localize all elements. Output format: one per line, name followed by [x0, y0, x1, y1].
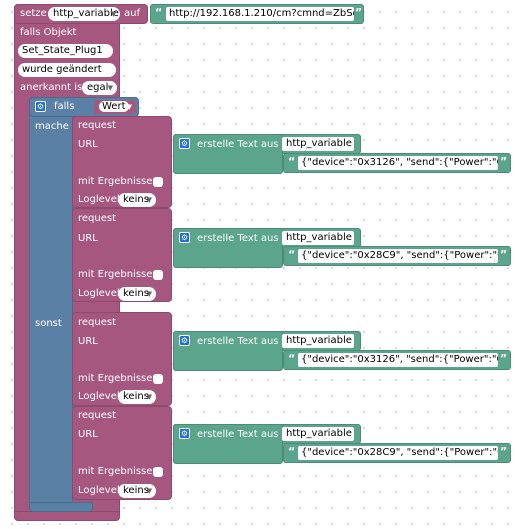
quote-close-icon: ” — [500, 445, 508, 458]
variable-field[interactable]: http_variable — [282, 334, 354, 348]
set-variable-dropdown[interactable]: http_variable ▼ — [48, 7, 120, 21]
gear-icon[interactable]: ⚙ — [179, 428, 190, 439]
set-label: setze — [20, 8, 47, 19]
quote-open-icon: “ — [288, 352, 296, 365]
anerkannt-dropdown[interactable]: egal ▼ — [82, 81, 117, 95]
quote-close-icon: ” — [500, 352, 508, 365]
chevron-down-icon: ▼ — [146, 393, 152, 401]
payload-string-field[interactable]: {"device":"0x28C9", "send":{"Power":"On"… — [298, 249, 498, 263]
falls-objekt-label: falls Objekt — [20, 27, 77, 38]
falls-label: falls — [54, 101, 75, 112]
request-label: request — [78, 317, 117, 328]
payload-string-field[interactable]: {"device":"0x3126", "send":{"Power":"Off… — [298, 353, 498, 367]
sonst-label: sonst — [35, 318, 62, 329]
mit-ergebnissen-label: mit Ergebnissen — [78, 466, 159, 477]
mit-ergebnissen-label: mit Ergebnissen — [78, 176, 159, 187]
trigger-block-foot — [14, 511, 120, 521]
loglevel-value: keins — [123, 391, 149, 402]
object-id-field[interactable]: Set_State_Plug1 — [18, 44, 113, 58]
erstelle-text-label: erstelle Text aus — [197, 233, 279, 244]
request-label: request — [78, 410, 117, 421]
quote-close-icon: ” — [500, 155, 508, 168]
loglevel-label: Loglevel — [78, 485, 120, 496]
mit-ergebnissen-checkbox[interactable] — [153, 374, 163, 384]
loglevel-value: keins — [123, 194, 149, 205]
chevron-down-icon: ▼ — [146, 290, 152, 298]
if-block-bottom — [29, 502, 93, 512]
auf-label: auf — [124, 8, 140, 19]
erstelle-text-label: erstelle Text aus — [197, 429, 279, 440]
loglevel-value: keins — [123, 288, 149, 299]
set-variable-name: http_variable — [53, 8, 119, 19]
mache-label: mache — [35, 121, 69, 132]
quote-open-icon: “ — [155, 6, 163, 19]
quote-open-icon: “ — [288, 248, 296, 261]
anerkannt-label: anerkannt ist — [20, 82, 87, 93]
mit-ergebnissen-label: mit Ergebnissen — [78, 269, 159, 280]
mit-ergebnissen-checkbox[interactable] — [153, 467, 163, 477]
if-block[interactable] — [29, 97, 73, 511]
quote-open-icon: “ — [288, 445, 296, 458]
loglevel-dropdown[interactable]: keins ▼ — [118, 287, 156, 301]
variable-field[interactable]: http_variable — [282, 137, 354, 151]
condition-value: Wert — [99, 101, 129, 112]
url-label: URL — [78, 336, 98, 347]
quote-close-icon: ” — [355, 6, 363, 19]
chevron-down-icon: ▼ — [107, 84, 113, 92]
gear-icon[interactable]: ⚙ — [179, 138, 190, 149]
erstelle-text-label: erstelle Text aus — [197, 139, 279, 150]
variable-field[interactable]: http_variable — [282, 427, 354, 441]
chevron-down-icon: ▼ — [126, 103, 132, 111]
url-label: URL — [78, 429, 98, 440]
chevron-down-icon: ▼ — [146, 196, 152, 204]
loglevel-dropdown[interactable]: keins ▼ — [118, 193, 156, 207]
loglevel-dropdown[interactable]: keins ▼ — [118, 484, 156, 498]
request-label: request — [78, 120, 117, 131]
chevron-down-icon: ▼ — [146, 487, 152, 495]
chevron-down-icon: ▼ — [110, 10, 116, 18]
loglevel-dropdown[interactable]: keins ▼ — [118, 390, 156, 404]
loglevel-label: Loglevel — [78, 194, 120, 205]
wurde-geaendert-dropdown[interactable]: wurde geändert — [18, 63, 116, 77]
request-label: request — [78, 213, 117, 224]
mit-ergebnissen-checkbox[interactable] — [153, 270, 163, 280]
anerkannt-value: egal — [87, 82, 109, 93]
url-string-field[interactable]: http://192.168.1.210/cm?cmnd=ZbSend — [166, 7, 354, 21]
gear-icon[interactable]: ⚙ — [179, 232, 190, 243]
condition-dropdown[interactable]: Wert ▼ — [94, 100, 136, 114]
gear-icon[interactable]: ⚙ — [35, 101, 46, 112]
url-label: URL — [78, 139, 98, 150]
loglevel-label: Loglevel — [78, 288, 120, 299]
loglevel-label: Loglevel — [78, 391, 120, 402]
gear-icon[interactable]: ⚙ — [179, 335, 190, 346]
loglevel-value: keins — [123, 485, 149, 496]
url-label: URL — [78, 233, 98, 244]
variable-field[interactable]: http_variable — [282, 231, 354, 245]
quote-open-icon: “ — [288, 155, 296, 168]
quote-close-icon: ” — [500, 248, 508, 261]
erstelle-text-label: erstelle Text aus — [197, 336, 279, 347]
mit-ergebnissen-label: mit Ergebnissen — [78, 373, 159, 384]
payload-string-field[interactable]: {"device":"0x3126", "send":{"Power":"On"… — [298, 156, 498, 170]
mit-ergebnissen-checkbox[interactable] — [153, 177, 163, 187]
payload-string-field[interactable]: {"device":"0x28C9", "send":{"Power":"Off… — [298, 446, 498, 460]
